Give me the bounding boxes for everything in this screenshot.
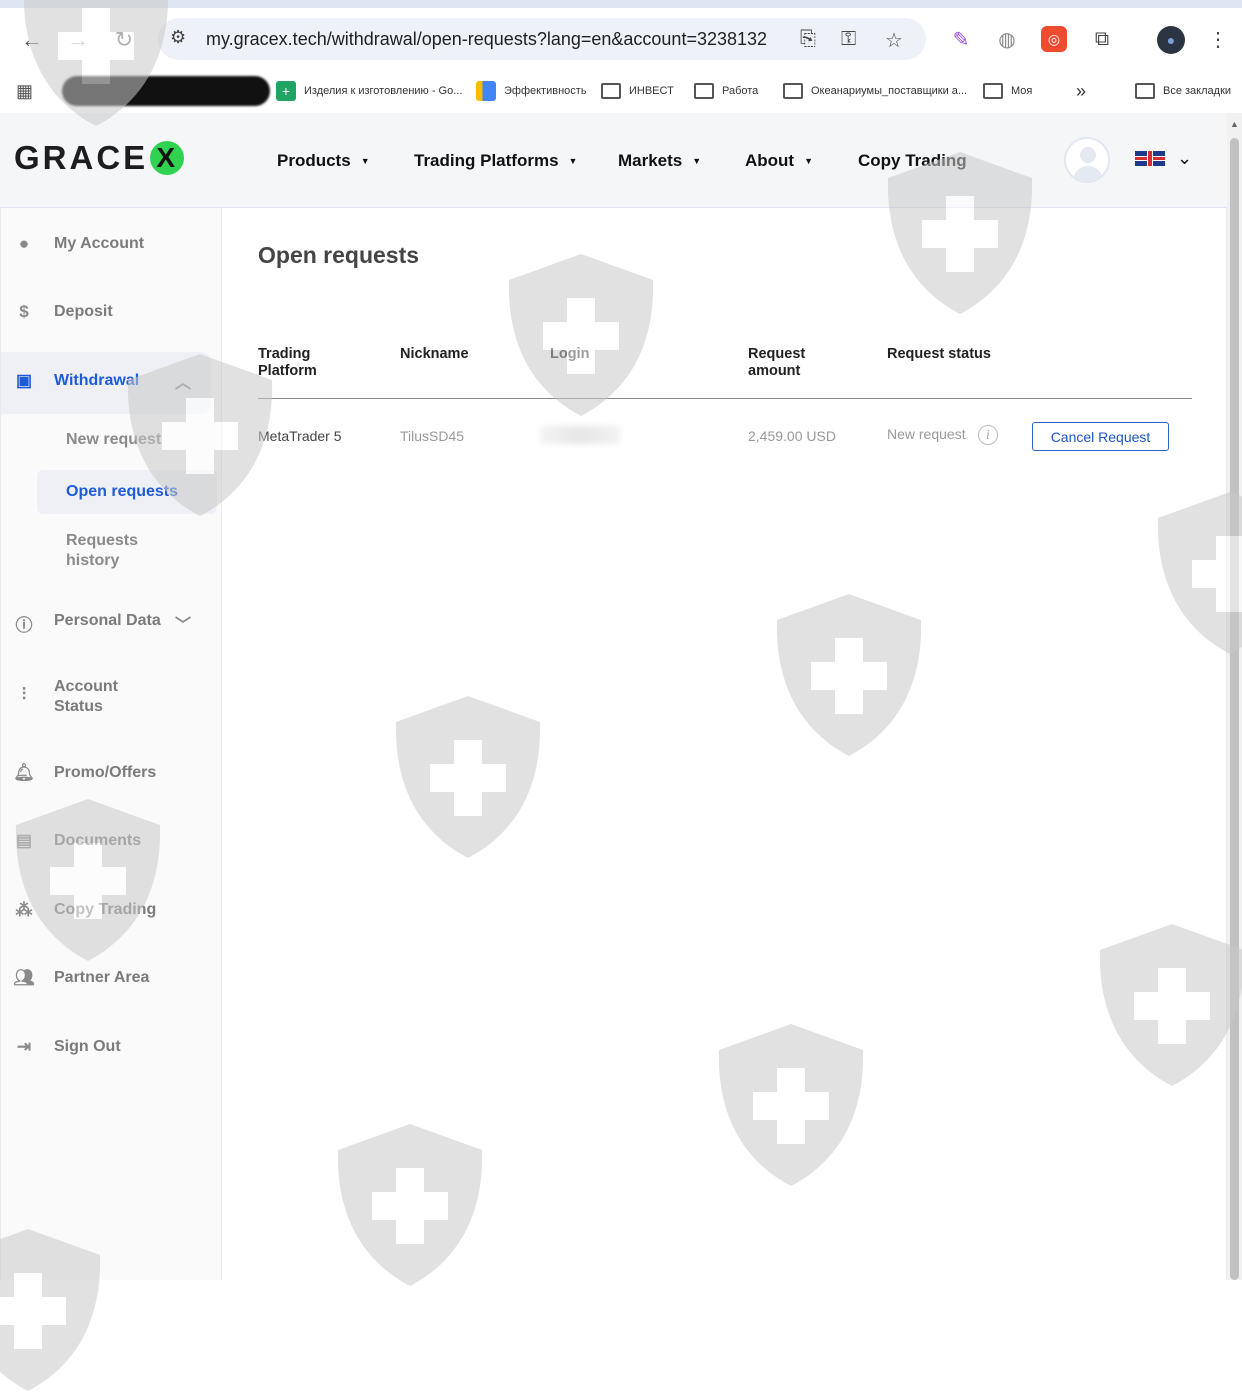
cell-login-redacted [540, 426, 620, 444]
bookmark-folder-work[interactable]: Работа [694, 80, 758, 102]
chevron-up-icon[interactable]: ︿ [175, 369, 191, 393]
sidebar: ● My Account $ Deposit ▣ Withdrawal ︿ Ne… [0, 208, 222, 1280]
bookmark-star-icon[interactable]: ☆ [885, 28, 903, 53]
password-key-icon[interactable]: ⚿ [841, 28, 856, 51]
sidebar-item-partner-area[interactable]: 👥︎ Partner Area [1, 968, 223, 990]
sidebar-sub-new-request[interactable]: New request [37, 430, 217, 450]
copy-trading-icon: ⁂ [15, 900, 33, 919]
nav-markets[interactable]: Markets ▼ [618, 151, 701, 171]
back-icon[interactable]: ← [16, 24, 48, 56]
scroll-up-arrow-icon[interactable]: ▲ [1230, 119, 1239, 129]
uk-flag-icon[interactable] [1135, 151, 1165, 166]
nav-copy-trading[interactable]: Copy Trading [858, 151, 967, 171]
document-icon: ▤ [15, 831, 33, 850]
user-circle-icon: ● [18, 234, 30, 253]
analytics-icon [476, 81, 496, 101]
cell-platform: MetaTrader 5 [258, 428, 342, 444]
status-info-icon[interactable]: i [978, 425, 998, 445]
apps-grid-icon[interactable]: ▦ [16, 80, 33, 102]
sign-out-icon: ⇥ [16, 1037, 32, 1056]
folder-icon [783, 83, 803, 99]
folder-icon [601, 83, 621, 99]
sidebar-item-promo-offers[interactable]: 🔔︎ Promo/Offers [1, 763, 223, 785]
extensions-puzzle-icon[interactable]: ⧉ [1089, 26, 1115, 52]
nav-trading-platforms[interactable]: Trading Platforms ▼ [414, 151, 577, 171]
chevron-down-icon[interactable]: ﹀ [175, 611, 191, 635]
url-text[interactable]: my.gracex.tech/withdrawal/open-requests?… [206, 29, 767, 50]
tab-strip [0, 0, 1242, 8]
feather-extension-icon[interactable]: ✎ [948, 26, 974, 52]
page-scrollbar[interactable]: ▲ [1227, 113, 1242, 1280]
bookmarks-overflow-icon[interactable]: » [1076, 80, 1086, 102]
gracex-logo[interactable]: GRACE X [14, 139, 185, 177]
sidebar-item-deposit[interactable]: $ Deposit [1, 302, 223, 324]
sidebar-item-personal-data[interactable]: ⓘ Personal Data ﹀ [1, 611, 223, 635]
sidebar-item-my-account[interactable]: ● My Account [1, 234, 223, 256]
sidebar-sub-open-requests[interactable]: Open requests [37, 470, 217, 514]
browser-menu-icon[interactable]: ⋮ [1205, 26, 1231, 52]
chevron-down-icon[interactable]: ⌄ [1177, 148, 1192, 169]
sidebar-sub-requests-history[interactable]: Requests history [37, 531, 167, 571]
sliders-icon: ⫶ [21, 685, 27, 704]
bookmark-sheets[interactable]: + Изделия к изготовлению - Go... [276, 80, 462, 102]
column-header-request-amount: Request amount [748, 346, 806, 379]
caret-down-icon: ▼ [568, 156, 578, 166]
sidebar-item-sign-out[interactable]: ⇥ Sign Out [1, 1037, 223, 1059]
sidebar-item-withdrawal[interactable]: ▣ Withdrawal ︿ [1, 352, 211, 414]
bookmark-folder-my[interactable]: Моя [983, 80, 1032, 102]
browser-toolbar: ← → ↻ ⚙ my.gracex.tech/withdrawal/open-r… [0, 8, 1242, 70]
site-settings-icon[interactable]: ⚙ [170, 27, 186, 48]
folder-icon [1135, 83, 1155, 99]
column-header-login: Login [550, 346, 590, 362]
nav-products[interactable]: Products ▼ [277, 151, 370, 171]
column-header-trading-platform: Trading Platform [258, 346, 317, 379]
cell-nickname: TilusSD45 [400, 428, 465, 444]
bookmarks-bar: ▦ + Изделия к изготовлению - Go... Эффек… [0, 70, 1242, 113]
site-header: GRACE X Products ▼ Trading Platforms ▼ Mark… [0, 113, 1227, 208]
nav-about[interactable]: About ▼ [745, 151, 813, 171]
cancel-request-button[interactable]: Cancel Request [1032, 422, 1169, 451]
sidebar-item-copy-trading[interactable]: ⁂ Copy Trading [1, 900, 223, 922]
deposit-icon: $ [19, 302, 29, 321]
redacted-scribble [62, 76, 270, 106]
sheets-icon: + [276, 81, 296, 101]
reload-icon[interactable]: ↻ [108, 24, 140, 56]
bell-icon: 🔔︎ [13, 763, 35, 782]
table-header-divider [258, 398, 1192, 399]
sidebar-item-documents[interactable]: ▤ Documents [1, 831, 223, 853]
folder-icon [983, 83, 1003, 99]
page-title: Open requests [258, 242, 420, 268]
address-bar[interactable]: ⚙ my.gracex.tech/withdrawal/open-request… [158, 18, 926, 60]
record-extension-icon[interactable]: ◎ [1041, 26, 1067, 52]
bookmark-folder-invest[interactable]: ИНВЕСТ [601, 80, 674, 102]
caret-down-icon: ▼ [692, 156, 702, 166]
scrollbar-thumb[interactable] [1230, 138, 1239, 1280]
main-content: Open requests Trading Platform Nickname … [223, 208, 1227, 1280]
bookmark-folder-oceanariums[interactable]: Океанариумы_поставщики а... [783, 80, 967, 102]
all-bookmarks-folder[interactable]: Все закладки [1135, 80, 1231, 102]
user-avatar[interactable] [1064, 137, 1110, 183]
info-icon: ⓘ [15, 616, 33, 635]
caret-down-icon: ▼ [360, 156, 370, 166]
folder-icon [694, 83, 714, 99]
column-header-request-status: Request status [887, 346, 991, 362]
profile-avatar-icon[interactable]: ● [1157, 26, 1185, 54]
browser-chrome: ← → ↻ ⚙ my.gracex.tech/withdrawal/open-r… [0, 0, 1242, 113]
cell-status: New request [887, 426, 966, 442]
sidebar-item-account-status[interactable]: ⫶ Account Status [1, 677, 223, 719]
users-icon: 👥︎ [13, 968, 35, 987]
caret-down-icon: ▼ [804, 156, 814, 166]
translate-icon[interactable]: ⎘ [800, 28, 816, 51]
forward-icon[interactable]: → [62, 24, 94, 56]
logo-x-mark: X [150, 141, 185, 175]
cell-amount: 2,459.00 USD [748, 428, 836, 444]
globe-extension-icon[interactable]: ◍ [994, 26, 1020, 52]
withdrawal-icon: ▣ [15, 371, 33, 390]
bookmark-efficiency[interactable]: Эффективность [476, 80, 587, 102]
column-header-nickname: Nickname [400, 346, 469, 362]
